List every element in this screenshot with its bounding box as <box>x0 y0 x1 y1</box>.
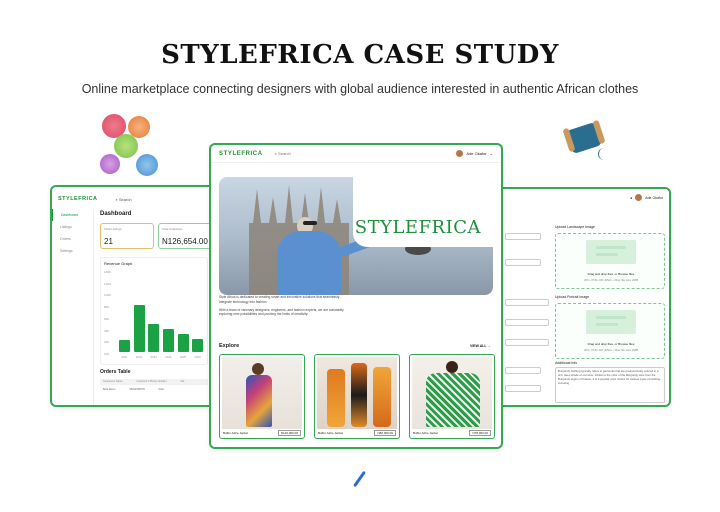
revenue-bar <box>178 334 189 352</box>
sidebar-item-settings[interactable]: Settings <box>52 245 93 257</box>
y-tick-label: 40K <box>104 329 109 333</box>
form-field[interactable] <box>505 233 541 240</box>
orders-table-header: Customers Name Customer's Phone Number S… <box>100 379 208 385</box>
y-tick-label: 140K <box>104 270 111 274</box>
x-tick-label: 2021 <box>117 355 131 359</box>
x-tick-label: 2023 <box>147 355 161 359</box>
page-subtitle: Online marketplace connecting designers … <box>0 82 720 96</box>
form-field[interactable] <box>505 367 541 374</box>
portrait-dropzone[interactable]: Drag and drop files, or Browse files JPG… <box>555 303 665 359</box>
revenue-graph: Revenue Graph 140K120K100K80K60K40K20K10… <box>100 257 208 365</box>
form-field[interactable] <box>505 339 549 346</box>
revenue-bar <box>134 305 145 352</box>
product-card[interactable]: Buffer Adire Jacket N78,000.00 <box>409 354 495 439</box>
bell-icon[interactable]: ● <box>630 196 632 200</box>
search-icon: ⌕ <box>275 151 277 156</box>
landscape-dropzone[interactable]: Drag and drop files, or Browse files JPG… <box>555 233 665 289</box>
dashboard-sidebar: Dashboard Listings Orders Settings <box>52 209 94 405</box>
user-menu[interactable]: Ade Okafor ⌄ <box>456 150 493 157</box>
revenue-bar <box>192 339 203 352</box>
additional-info-textarea[interactable]: Burgundy clothing typically refers to ga… <box>555 367 665 403</box>
y-tick-label: 120K <box>104 282 111 286</box>
product-card[interactable]: Buffer Adire Jacket N80,000.00 <box>314 354 400 439</box>
model-coat <box>277 231 341 295</box>
page-title: STYLEFRICA CASE STUDY <box>0 40 720 70</box>
sunglasses-icon <box>303 221 317 225</box>
product-image <box>317 357 397 429</box>
hero-image: STYLEFRICA <box>219 177 493 295</box>
y-tick-label: 100K <box>104 293 111 297</box>
sidebar-item-orders[interactable]: Orders <box>52 233 93 245</box>
y-tick-label: 20K <box>104 340 109 344</box>
additional-info-label: Additional Info <box>555 361 577 365</box>
orders-title: Orders Table <box>100 369 130 375</box>
revenue-bar <box>163 329 174 352</box>
y-tick-label: 60K <box>104 317 109 321</box>
form-field[interactable] <box>505 259 541 266</box>
sidebar-item-listings[interactable]: Listings <box>52 221 93 233</box>
x-tick-label: 2022 <box>132 355 146 359</box>
avatar <box>456 150 463 157</box>
needle-illustration <box>352 470 368 488</box>
product-image <box>412 357 492 429</box>
product-card[interactable]: Buffer Adire Jacket N120,000.00 <box>219 354 305 439</box>
product-image <box>222 357 302 429</box>
y-tick-label: 80K <box>104 305 109 309</box>
revenue-bar <box>119 340 130 352</box>
dashboard-heading: Dashboard <box>100 211 218 217</box>
avatar <box>635 194 642 201</box>
form-field[interactable] <box>505 319 549 326</box>
storefront-logo[interactable]: STYLEFRICA <box>219 151 263 157</box>
x-tick-label: 2025 <box>176 355 190 359</box>
upload-screen: ● Ade Okafor Upload Landscape Image Drag… <box>495 187 671 407</box>
stat-total-listings: Total Listings 21 <box>100 223 154 249</box>
sidebar-item-dashboard[interactable]: Dashboard <box>52 209 93 221</box>
storefront-screen: STYLEFRICA ⌕ Search Ade Okafor ⌄ <box>209 143 503 449</box>
about-text: Style Africa is dedicated to creating sm… <box>219 295 349 320</box>
form-field[interactable] <box>505 299 549 306</box>
table-row[interactable]: Bola Idowu 08012345678 Paid <box>100 387 208 392</box>
revenue-bar <box>148 324 159 352</box>
dashboard-logo: STYLEFRICA <box>58 196 98 202</box>
x-tick-label: 2026 <box>191 355 205 359</box>
view-all-link[interactable]: VIEW ALL → <box>470 344 491 348</box>
arrow-right-icon: → <box>488 344 492 348</box>
landscape-upload-label: Upload Landscape Image <box>555 225 595 229</box>
uploader-user-menu[interactable]: ● Ade Okafor <box>630 194 663 201</box>
form-field[interactable] <box>505 385 541 392</box>
search-input[interactable]: ⌕ Search <box>275 151 291 156</box>
brand-wordmark: STYLEFRICA <box>355 217 481 238</box>
x-tick-label: 2024 <box>161 355 175 359</box>
chevron-down-icon: ⌄ <box>490 151 493 156</box>
thread-spool-illustration <box>566 118 610 162</box>
portrait-upload-label: Upload Portrait Image <box>555 295 589 299</box>
dashboard-screen: STYLEFRICA ⌕ Search Dashboard Listings O… <box>50 185 220 407</box>
explore-heading: Explore <box>219 343 239 349</box>
yarn-balls-illustration <box>98 112 164 178</box>
y-tick-label: 10K <box>104 352 109 356</box>
dashboard-search[interactable]: ⌕ Search <box>116 197 132 202</box>
